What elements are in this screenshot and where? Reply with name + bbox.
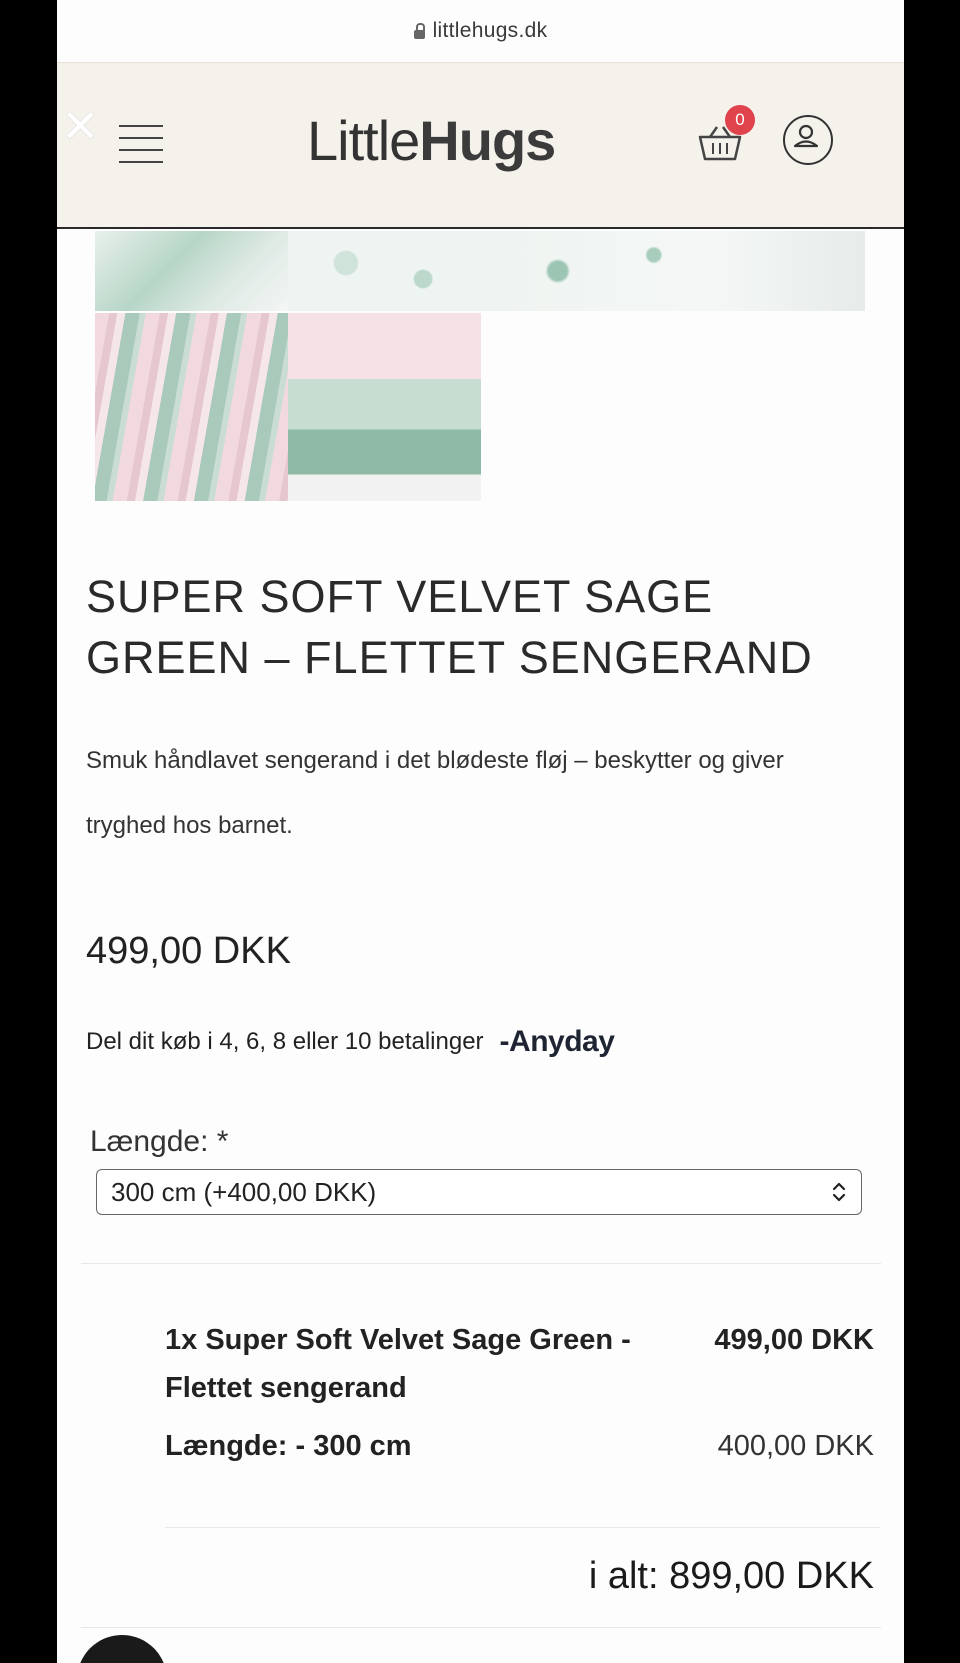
gallery-thumb[interactable] [95, 231, 288, 311]
product-price: 499,00 DKK [86, 930, 291, 972]
select-chevron-icon [832, 1182, 846, 1202]
divider [165, 1527, 880, 1528]
divider [81, 1263, 881, 1264]
product-title: SUPER SOFT VELVET SAGE GREEN – FLETTET S… [86, 571, 813, 683]
summary-item-name: 1x Super Soft Velvet Sage Green - Flette… [165, 1324, 631, 1404]
anyday-logo[interactable]: -Anyday [500, 1025, 615, 1059]
gallery-thumb[interactable] [95, 313, 288, 501]
lock-icon [413, 22, 425, 39]
url-text: littlehugs.dk [432, 19, 548, 42]
divider [81, 1627, 881, 1628]
product-description: Smuk håndlavet sengerand i det blødeste … [86, 747, 784, 839]
chat-bubble-button[interactable] [77, 1635, 167, 1663]
product-page: littlehugs.dk ✕ LittleHugs 0 SUPER SOFT … [57, 0, 904, 1663]
logo-light: Little [307, 109, 420, 172]
site-header: ✕ LittleHugs 0 [57, 62, 904, 229]
menu-icon[interactable] [119, 125, 163, 163]
browser-url-bar[interactable]: littlehugs.dk [57, 0, 904, 62]
length-label: Længde: * [90, 1125, 229, 1158]
summary-option-price: 400,00 DKK [717, 1430, 874, 1462]
installments-info: Del dit køb i 4, 6, 8 eller 10 betalinge… [86, 1025, 615, 1059]
gallery-thumb[interactable] [481, 231, 865, 311]
summary-item-price: 499,00 DKK [714, 1324, 874, 1356]
length-selected-value: 300 cm (+400,00 DKK) [111, 1176, 377, 1207]
installments-text: Del dit køb i 4, 6, 8 eller 10 betalinge… [86, 1028, 484, 1055]
length-select[interactable]: 300 cm (+400,00 DKK) [96, 1169, 862, 1215]
summary-option-label: Længde: - 300 cm [165, 1430, 412, 1462]
gallery-thumb[interactable] [288, 313, 481, 501]
order-total: i alt: 899,00 DKK [588, 1555, 874, 1597]
anyday-brand: Anyday [509, 1025, 615, 1058]
account-icon[interactable] [783, 115, 833, 165]
product-gallery [95, 231, 865, 501]
logo-bold: Hugs [419, 109, 556, 172]
gallery-thumb[interactable] [288, 231, 481, 311]
close-icon[interactable]: ✕ [61, 103, 100, 149]
site-logo[interactable]: LittleHugs [307, 108, 556, 173]
cart-count-badge: 0 [725, 105, 755, 135]
